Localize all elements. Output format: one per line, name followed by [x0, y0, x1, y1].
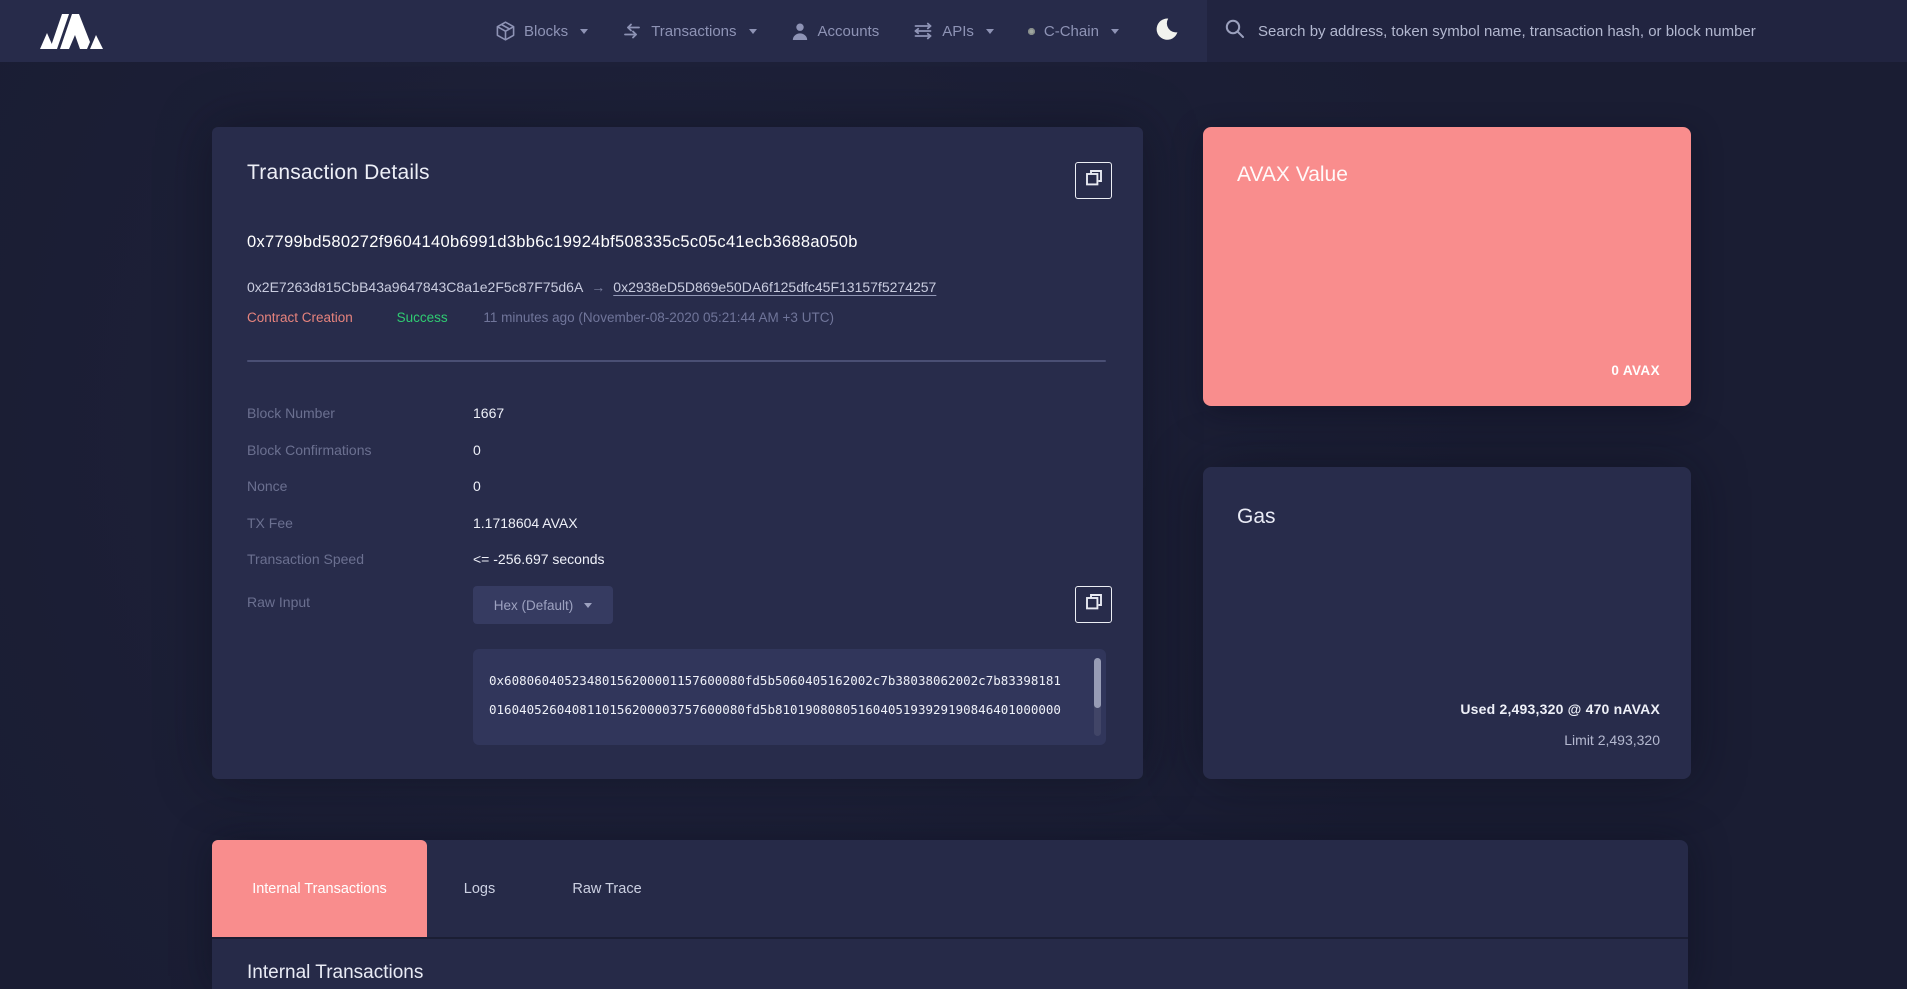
nav-item-c-chain[interactable]: C-Chain — [1028, 23, 1119, 40]
tab-logs[interactable]: Logs — [427, 840, 532, 937]
raw-input-label: Raw Input — [247, 594, 310, 610]
field-label: Block Number — [247, 406, 473, 420]
field-row-transaction-speed: Transaction Speed <= -256.697 seconds — [247, 552, 605, 566]
nav-item-apis[interactable]: APIs — [913, 22, 994, 40]
avax-value-amount: 0 AVAX — [1611, 363, 1660, 378]
field-row-block-confirmations: Block Confirmations 0 — [247, 443, 605, 457]
field-row-nonce: Nonce 0 — [247, 479, 605, 493]
block-explorer-page: Blocks Transactions — [0, 0, 1907, 989]
hex-line: 0x60806040523480156200001157600080fd5b50… — [489, 666, 1080, 695]
chevron-down-icon — [584, 603, 592, 608]
copy-icon — [1085, 169, 1103, 192]
panel-heading: Internal Transactions — [247, 962, 423, 984]
field-value: <= -256.697 seconds — [473, 552, 605, 566]
avax-value-card: AVAX Value 0 AVAX — [1203, 127, 1691, 406]
gas-title: Gas — [1237, 505, 1276, 529]
raw-input-hex-data[interactable]: 0x60806040523480156200001157600080fd5b50… — [473, 649, 1106, 745]
field-label: TX Fee — [247, 516, 473, 530]
transaction-tabs-section: Internal Transactions Logs Raw Trace Int… — [212, 840, 1688, 989]
copy-raw-input-button[interactable] — [1075, 586, 1112, 623]
cube-icon — [496, 21, 515, 41]
transaction-addresses: 0x2E7263d815CbB43a9647843C8a1e2F5c87F75d… — [247, 279, 936, 295]
field-value: 1.1718604 AVAX — [473, 516, 578, 530]
nav-item-label: Accounts — [818, 23, 880, 40]
top-navbar: Blocks Transactions — [0, 0, 1907, 62]
hex-line: 0160405260408110156200003757600080fd5b81… — [489, 695, 1080, 724]
card-title: Transaction Details — [247, 161, 430, 185]
nav-item-transactions[interactable]: Transactions — [622, 22, 756, 40]
search-icon — [1224, 18, 1245, 44]
field-label: Nonce — [247, 479, 473, 493]
field-value: 0 — [473, 443, 481, 457]
swap-arrows-icon — [622, 22, 642, 40]
avax-value-title: AVAX Value — [1237, 163, 1348, 187]
gas-used-value: Used 2,493,320 @ 470 nAVAX — [1460, 701, 1660, 717]
field-row-tx-fee: TX Fee 1.1718604 AVAX — [247, 516, 605, 530]
from-address: 0x2E7263d815CbB43a9647843C8a1e2F5c87F75d… — [247, 279, 583, 295]
nav-item-blocks[interactable]: Blocks — [496, 21, 588, 41]
tab-bar: Internal Transactions Logs Raw Trace — [212, 840, 1688, 939]
copy-transaction-button[interactable] — [1075, 162, 1112, 199]
search-bar — [1207, 0, 1907, 62]
divider — [247, 360, 1106, 362]
detail-fields: Block Number 1667 Block Confirmations 0 … — [247, 406, 605, 589]
field-label: Block Confirmations — [247, 443, 473, 457]
nav-menu: Blocks Transactions — [496, 0, 1179, 62]
raw-input-format-value: Hex (Default) — [494, 598, 574, 613]
chevron-down-icon — [1111, 29, 1119, 34]
sliders-icon — [913, 22, 933, 40]
chevron-down-icon — [749, 29, 757, 34]
moon-icon — [1155, 17, 1179, 46]
nav-item-label: Blocks — [524, 23, 568, 40]
transaction-type: Contract Creation — [247, 310, 353, 325]
timestamp: 11 minutes ago (November-08-2020 05:21:4… — [483, 310, 834, 325]
transaction-details-card: Transaction Details 0x7799bd580272f96041… — [212, 127, 1143, 779]
field-label: Transaction Speed — [247, 552, 473, 566]
search-input[interactable] — [1258, 23, 1898, 40]
field-row-block-number: Block Number 1667 — [247, 406, 605, 420]
gas-card: Gas Used 2,493,320 @ 470 nAVAX Limit 2,4… — [1203, 467, 1691, 779]
transaction-hash: 0x7799bd580272f9604140b6991d3bb6c19924bf… — [247, 233, 858, 252]
status-badge: Success — [397, 310, 448, 325]
scrollbar-thumb[interactable] — [1094, 658, 1101, 708]
tab-internal-transactions[interactable]: Internal Transactions — [212, 840, 427, 937]
nav-item-label: C-Chain — [1044, 23, 1099, 40]
theme-toggle-button[interactable] — [1155, 17, 1179, 46]
avalanche-logo-icon[interactable] — [38, 12, 104, 50]
field-value: 1667 — [473, 406, 504, 420]
nav-item-accounts[interactable]: Accounts — [791, 22, 880, 41]
raw-input-format-select[interactable]: Hex (Default) — [473, 586, 613, 624]
chevron-down-icon — [580, 29, 588, 34]
field-value: 0 — [473, 479, 481, 493]
transaction-status-row: Contract Creation Success 11 minutes ago… — [247, 310, 834, 325]
tab-raw-trace[interactable]: Raw Trace — [532, 840, 682, 937]
chevron-down-icon — [986, 29, 994, 34]
copy-icon — [1085, 593, 1103, 616]
nav-item-label: Transactions — [651, 23, 736, 40]
nav-item-label: APIs — [942, 23, 974, 40]
to-address-link[interactable]: 0x2938eD5D869e50DA6f125dfc45F13157f52742… — [613, 279, 936, 295]
person-icon — [791, 22, 809, 41]
gas-limit-value: Limit 2,493,320 — [1564, 732, 1660, 748]
arrow-right-icon: → — [591, 279, 605, 295]
chain-dot-icon — [1028, 28, 1035, 35]
